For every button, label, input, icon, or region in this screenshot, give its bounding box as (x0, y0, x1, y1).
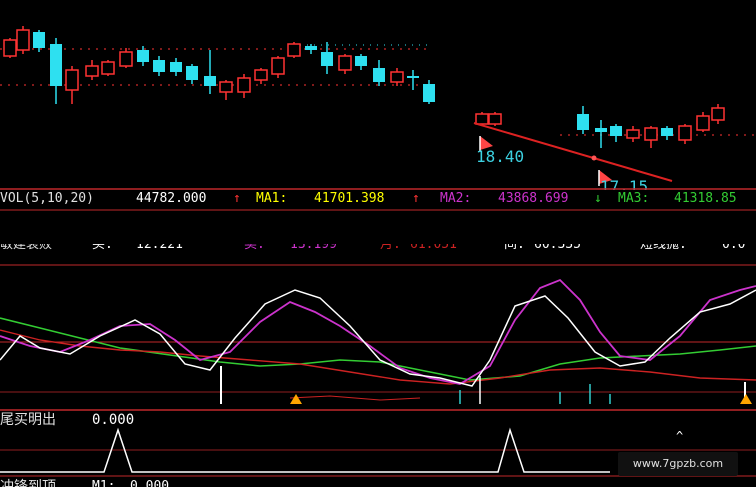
bottom-panel-value: 0.000 (130, 479, 170, 487)
bottom-panel-title: 冲锋到顶 (0, 479, 56, 487)
cursor-marker-icon: ^ (676, 429, 683, 443)
bottom-panel-label: M1: (92, 479, 116, 487)
bottom-panel-header: 冲锋到顶 M1: 0.000 (0, 478, 756, 487)
watermark: www.7gpzb.com (618, 452, 738, 476)
signal-chart[interactable]: ^ (0, 0, 756, 487)
